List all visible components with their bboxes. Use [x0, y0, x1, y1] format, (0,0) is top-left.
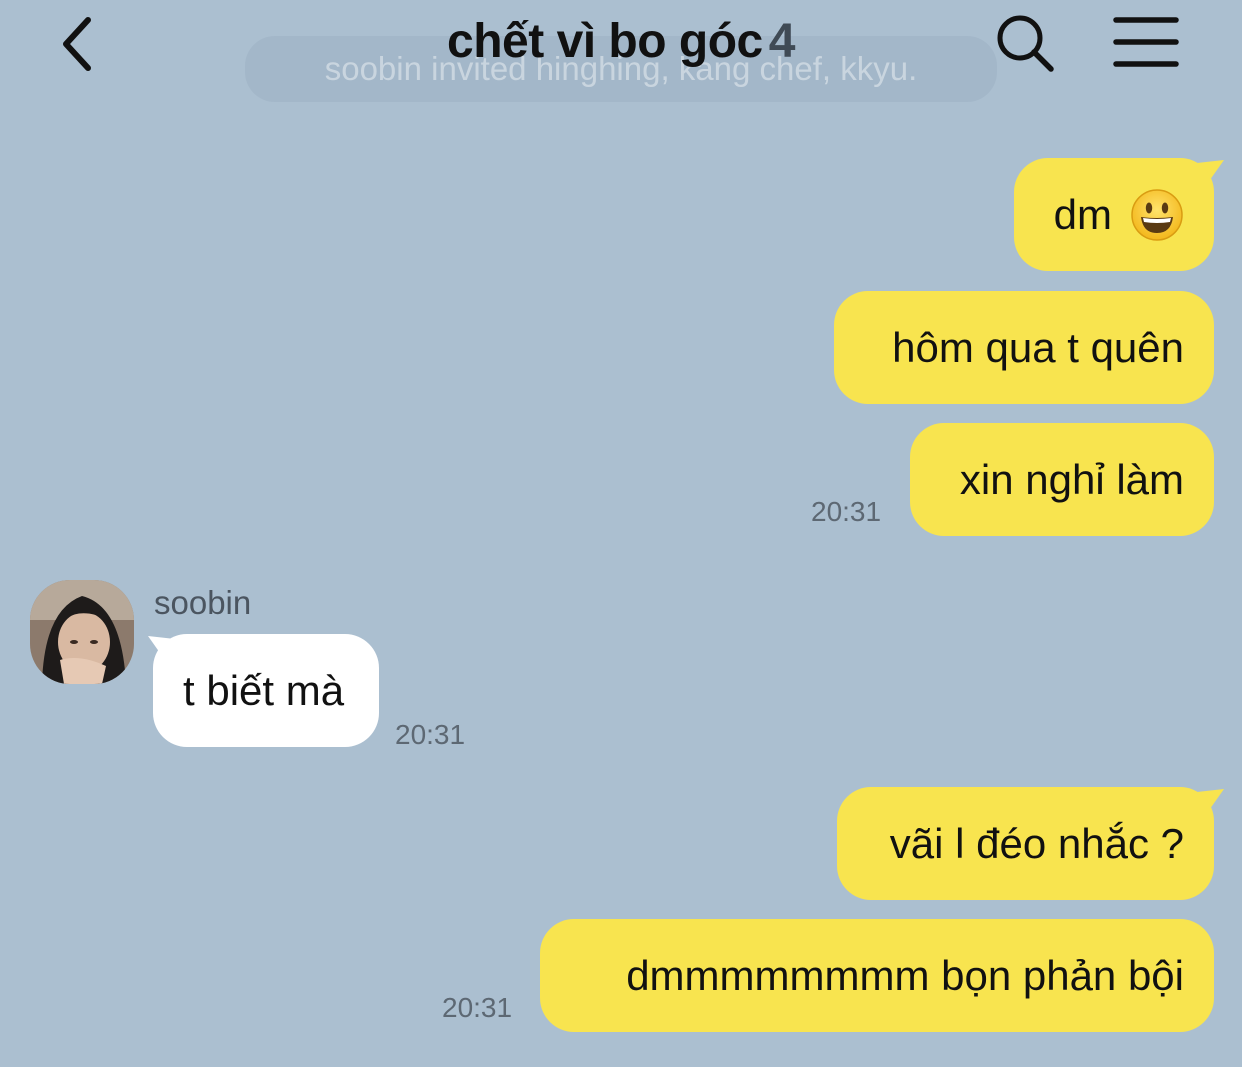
- message-text: t biết mà: [183, 666, 345, 714]
- chat-room-name: chết vì bo góc: [447, 15, 763, 68]
- chat-header: soobin invited hinghing, kang chef, kkyu…: [0, 0, 1242, 102]
- message-bubble-outgoing[interactable]: dmmmmmmmm bọn phản bội: [540, 919, 1214, 1032]
- message-text: xin nghỉ làm: [959, 455, 1184, 503]
- menu-button[interactable]: [1112, 14, 1180, 70]
- message-timestamp: 20:31: [811, 496, 882, 527]
- search-button[interactable]: [994, 12, 1056, 74]
- avatar-image: [30, 580, 134, 684]
- message-bubble-outgoing[interactable]: vãi l đéo nhắc ?: [837, 787, 1214, 900]
- avatar[interactable]: [30, 580, 134, 684]
- message-bubble-incoming[interactable]: t biết mà: [153, 634, 379, 747]
- sender-name: soobin: [154, 584, 252, 621]
- message-text: dm: [1053, 190, 1112, 238]
- message-text: dmmmmmmmm bọn phản bội: [626, 951, 1184, 999]
- message-bubble-outgoing[interactable]: dm: [1014, 158, 1214, 271]
- menu-icon: [1113, 17, 1179, 67]
- member-count: 4: [768, 15, 796, 68]
- message-timestamp: 20:31: [395, 719, 466, 750]
- search-icon: [997, 15, 1054, 72]
- grinning-face-emoji: [1131, 188, 1183, 241]
- message-text: hôm qua t quên: [892, 323, 1184, 371]
- message-bubble-outgoing[interactable]: hôm qua t quên: [834, 291, 1214, 404]
- message-text: vãi l đéo nhắc ?: [889, 819, 1184, 867]
- message-bubble-outgoing[interactable]: xin nghỉ làm: [910, 423, 1214, 536]
- message-timestamp: 20:31: [442, 992, 513, 1023]
